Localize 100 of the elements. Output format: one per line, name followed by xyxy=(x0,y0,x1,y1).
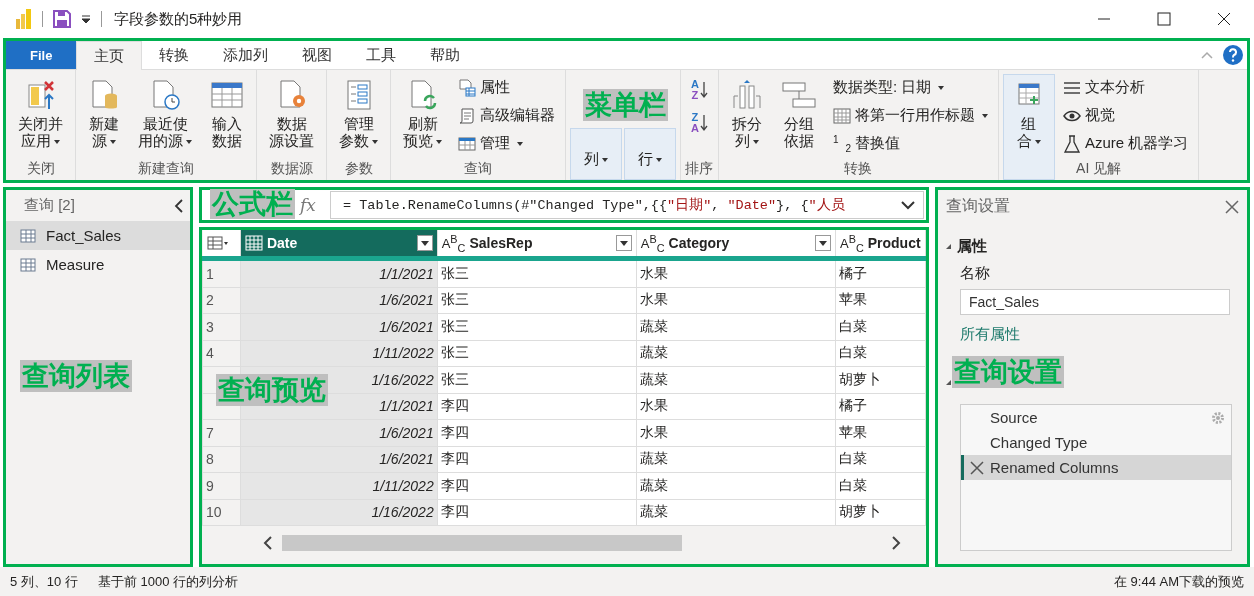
table-icon xyxy=(20,228,36,243)
ribbon-tab[interactable]: 工具 xyxy=(349,41,414,69)
table-cell: 水果 xyxy=(636,419,836,446)
table-cell: 水果 xyxy=(636,287,836,314)
ribbon-button[interactable]: 列 xyxy=(570,128,622,180)
column-header[interactable]: A$^{B}$$_{C}$ Category xyxy=(636,230,836,259)
filter-button[interactable] xyxy=(416,235,433,251)
ribbon-button[interactable]: 关闭并 应用 xyxy=(10,74,71,160)
flask-icon xyxy=(1062,134,1081,153)
group-label: 转换 xyxy=(844,160,873,176)
column-header[interactable]: A$^{B}$$_{C}$ Product xyxy=(835,230,926,259)
ribbon-button[interactable]: 新建 源 xyxy=(80,74,128,160)
caret-icon xyxy=(752,140,759,145)
group-label: AI 见解 xyxy=(1076,160,1122,176)
annotation-label: 公式栏 xyxy=(210,189,295,219)
status-text: 基于前 1000 行的列分析 xyxy=(97,572,239,591)
all-properties-link[interactable]: 所有属性 xyxy=(960,325,1020,344)
table-cell: 李四 xyxy=(437,499,637,526)
query-item[interactable]: Fact_Sales xyxy=(6,221,190,250)
ribbon-tab[interactable]: 添加列 xyxy=(206,41,286,69)
dropdown-icon[interactable] xyxy=(81,14,91,24)
ribbon-button[interactable]: 文本分析 xyxy=(1060,74,1191,101)
table-cell: 白菜 xyxy=(835,472,926,499)
query-item[interactable]: Measure xyxy=(6,250,190,279)
ribbon-button[interactable]: 行 xyxy=(624,128,676,180)
ribbon-button[interactable]: 管理 xyxy=(456,130,557,157)
annotation-label: 查询设置 xyxy=(952,356,1064,388)
scrollbar-thumb[interactable] xyxy=(282,535,682,551)
caret-icon xyxy=(602,158,608,163)
scroll-right-icon[interactable] xyxy=(890,536,902,550)
ribbon-button[interactable]: 数据类型: 日期 xyxy=(830,74,990,101)
column-header[interactable]: A$^{B}$$_{C}$ SalesRep xyxy=(437,230,637,259)
calendar-icon xyxy=(244,235,263,251)
panel-title: 查询 [2] xyxy=(24,196,75,215)
table-cell: 蔬菜 xyxy=(636,446,836,473)
table-cell: 蔬菜 xyxy=(636,366,836,393)
table-icon xyxy=(20,257,36,272)
table-icon xyxy=(832,106,851,125)
group-by-icon xyxy=(780,79,817,111)
group-label: 参数 xyxy=(344,160,373,176)
close-icon[interactable] xyxy=(1225,199,1239,214)
table-cell: 李四 xyxy=(437,393,637,420)
table-cell: 1/6/2021 xyxy=(240,419,438,446)
annotation-label: 查询预览 xyxy=(216,374,328,406)
applied-step[interactable]: Renamed Columns xyxy=(961,455,1231,480)
ribbon-tab[interactable]: 视图 xyxy=(285,41,350,69)
properties-icon xyxy=(458,78,476,97)
ribbon-button[interactable]: 刷新 预览 xyxy=(395,74,450,160)
scroll-left-icon[interactable] xyxy=(262,536,274,550)
table-cell: 张三 xyxy=(437,366,637,393)
save-icon[interactable] xyxy=(53,10,71,28)
ribbon-button[interactable]: 组 合 xyxy=(1002,74,1055,180)
ribbon-button[interactable]: 视觉 xyxy=(1060,102,1191,129)
delete-icon[interactable] xyxy=(970,460,984,475)
ribbon-tab[interactable]: File xyxy=(6,41,77,69)
caret-icon xyxy=(981,113,988,118)
filter-button[interactable] xyxy=(814,235,831,251)
column-header[interactable]: Date xyxy=(240,230,438,259)
table-menu-icon[interactable] xyxy=(206,236,229,250)
row-number: 3 xyxy=(202,313,241,340)
ribbon-tab[interactable]: 转换 xyxy=(142,41,207,69)
table-icon xyxy=(210,79,244,111)
expand-icon[interactable] xyxy=(946,244,951,249)
table-cell: 1/6/2021 xyxy=(240,287,438,314)
split-column-icon xyxy=(730,78,763,112)
collapse-icon[interactable] xyxy=(174,198,184,213)
ribbon-button[interactable]: 拆分 列 xyxy=(722,74,771,160)
ribbon-tab[interactable]: 主页 xyxy=(76,41,143,70)
ribbon-button[interactable]: 将第一行用作标题 xyxy=(830,102,990,129)
caret-icon xyxy=(110,140,116,145)
ribbon-button[interactable]: 最近使 用的源 xyxy=(130,74,200,160)
sort-button[interactable]: A Z xyxy=(689,74,710,106)
applied-step[interactable]: Changed Type xyxy=(961,430,1231,455)
ribbon-tab[interactable]: 帮助 xyxy=(413,41,478,69)
row-number: 7 xyxy=(202,419,241,446)
question-mark-icon xyxy=(1228,48,1238,62)
ribbon-button[interactable]: Azure 机器学习 xyxy=(1060,130,1191,157)
ribbon-button[interactable]: 1 2 替换值 xyxy=(830,130,990,157)
table-cell: 胡萝卜 xyxy=(835,366,926,393)
name-field[interactable]: Fact_Sales xyxy=(960,289,1230,315)
ribbon-button[interactable]: 高级编辑器 xyxy=(456,102,557,129)
formula-field[interactable]: = Table.RenameColumns(#"Changed Type",{{"日期", "Date"}, {"人员 xyxy=(330,191,924,219)
help-icon[interactable] xyxy=(1223,45,1243,65)
table-cell: 1/16/2022 xyxy=(240,499,438,526)
group-label: 排序 xyxy=(685,160,714,176)
fx-label: fx xyxy=(300,195,317,215)
table-cell: 张三 xyxy=(437,340,637,367)
sort-button[interactable]: Z A xyxy=(689,107,710,139)
table-cell: 李四 xyxy=(437,446,637,473)
ribbon-button[interactable]: 分组 依据 xyxy=(772,74,825,160)
table-cell: 蔬菜 xyxy=(636,340,836,367)
arrow-down-icon xyxy=(699,80,708,100)
ribbon-button[interactable]: 管理 参数 xyxy=(331,74,386,160)
ribbon-button[interactable]: 数据 源设置 xyxy=(261,74,322,160)
ribbon-button[interactable]: 属性 xyxy=(456,74,557,101)
applied-step[interactable]: Source xyxy=(961,405,1231,430)
filter-button[interactable] xyxy=(615,235,632,251)
ribbon-button[interactable]: 输入 数据 xyxy=(202,74,252,160)
table-cell: 蔬菜 xyxy=(636,499,836,526)
arrow-down-icon xyxy=(699,113,708,133)
